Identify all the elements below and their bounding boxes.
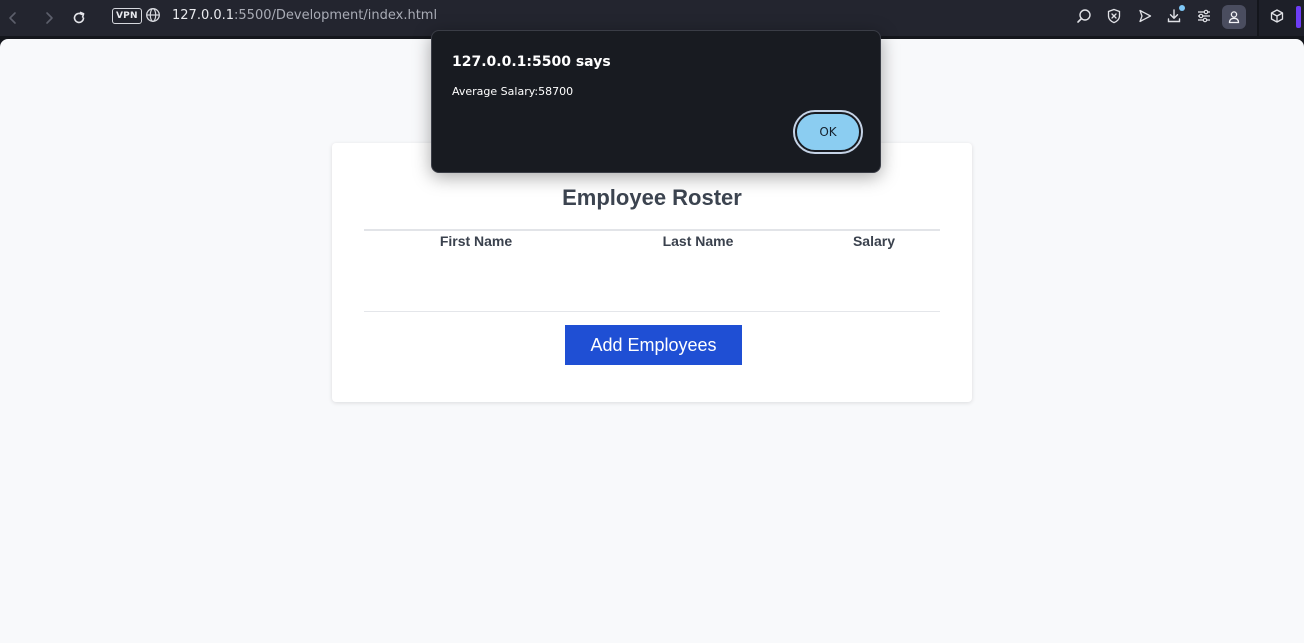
profile-button[interactable] <box>1222 5 1246 29</box>
table-header-border <box>364 229 940 231</box>
search-zoom-icon[interactable] <box>1075 7 1093 25</box>
sidebar-accent-bar[interactable] <box>1296 6 1301 28</box>
cube-icon[interactable] <box>1268 7 1286 25</box>
column-header-first-name: First Name <box>439 233 513 249</box>
add-employees-button[interactable]: Add Employees <box>565 325 742 365</box>
alert-dialog: 127.0.0.1:5500 says Average Salary:58700… <box>431 30 881 173</box>
download-notification-dot <box>1179 5 1185 11</box>
globe-icon[interactable] <box>145 7 161 23</box>
user-icon <box>1228 11 1240 24</box>
ok-button[interactable]: OK <box>793 110 863 154</box>
url-host: 127.0.0.1 <box>172 8 235 23</box>
back-arrow-icon[interactable] <box>3 8 23 28</box>
dialog-title: 127.0.0.1:5500 says <box>452 54 611 70</box>
column-header-salary: Salary <box>852 233 896 249</box>
send-icon[interactable] <box>1136 7 1154 25</box>
url-path: :5500/Development/index.html <box>234 8 438 23</box>
dialog-message: Average Salary:58700 <box>452 85 574 98</box>
table-bottom-border <box>364 311 940 312</box>
page-title: Employee Roster <box>562 185 742 210</box>
shield-x-icon[interactable] <box>1105 7 1123 25</box>
settings-sliders-icon[interactable] <box>1195 7 1213 25</box>
vpn-badge[interactable]: VPN <box>112 8 142 24</box>
address-bar[interactable]: 127.0.0.1:5500/Development/index.html <box>172 8 437 23</box>
forward-arrow-icon[interactable] <box>39 8 59 28</box>
column-header-last-name: Last Name <box>662 233 734 249</box>
roster-card: Employee Roster First Name Last Name Sal… <box>332 143 972 402</box>
reload-icon[interactable] <box>69 8 89 28</box>
